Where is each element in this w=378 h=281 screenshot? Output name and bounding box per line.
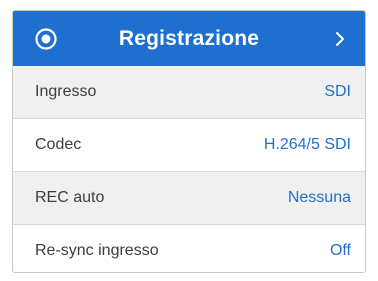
recording-settings-panel: Registrazione Ingresso SDI Codec H.264/5… <box>12 10 366 273</box>
setting-row-codec[interactable]: Codec H.264/5 SDI <box>13 119 365 171</box>
setting-label-codec: Codec <box>35 136 82 153</box>
setting-label-input: Ingresso <box>35 83 97 100</box>
recording-header[interactable]: Registrazione <box>13 11 365 66</box>
setting-row-input-resync[interactable]: Re-sync ingresso Off <box>13 225 365 272</box>
setting-value-codec[interactable]: H.264/5 SDI <box>264 136 351 154</box>
chevron-right-icon[interactable] <box>335 30 345 48</box>
setting-value-auto-rec[interactable]: Nessuna <box>288 189 351 207</box>
setting-value-input-resync[interactable]: Off <box>330 242 351 260</box>
setting-label-auto-rec: REC auto <box>35 189 105 206</box>
setting-label-input-resync: Re-sync ingresso <box>35 242 159 259</box>
setting-row-auto-rec[interactable]: REC auto Nessuna <box>13 172 365 224</box>
setting-row-input[interactable]: Ingresso SDI <box>13 66 365 118</box>
header-title: Registrazione <box>118 26 260 50</box>
setting-value-input[interactable]: SDI <box>324 83 351 101</box>
